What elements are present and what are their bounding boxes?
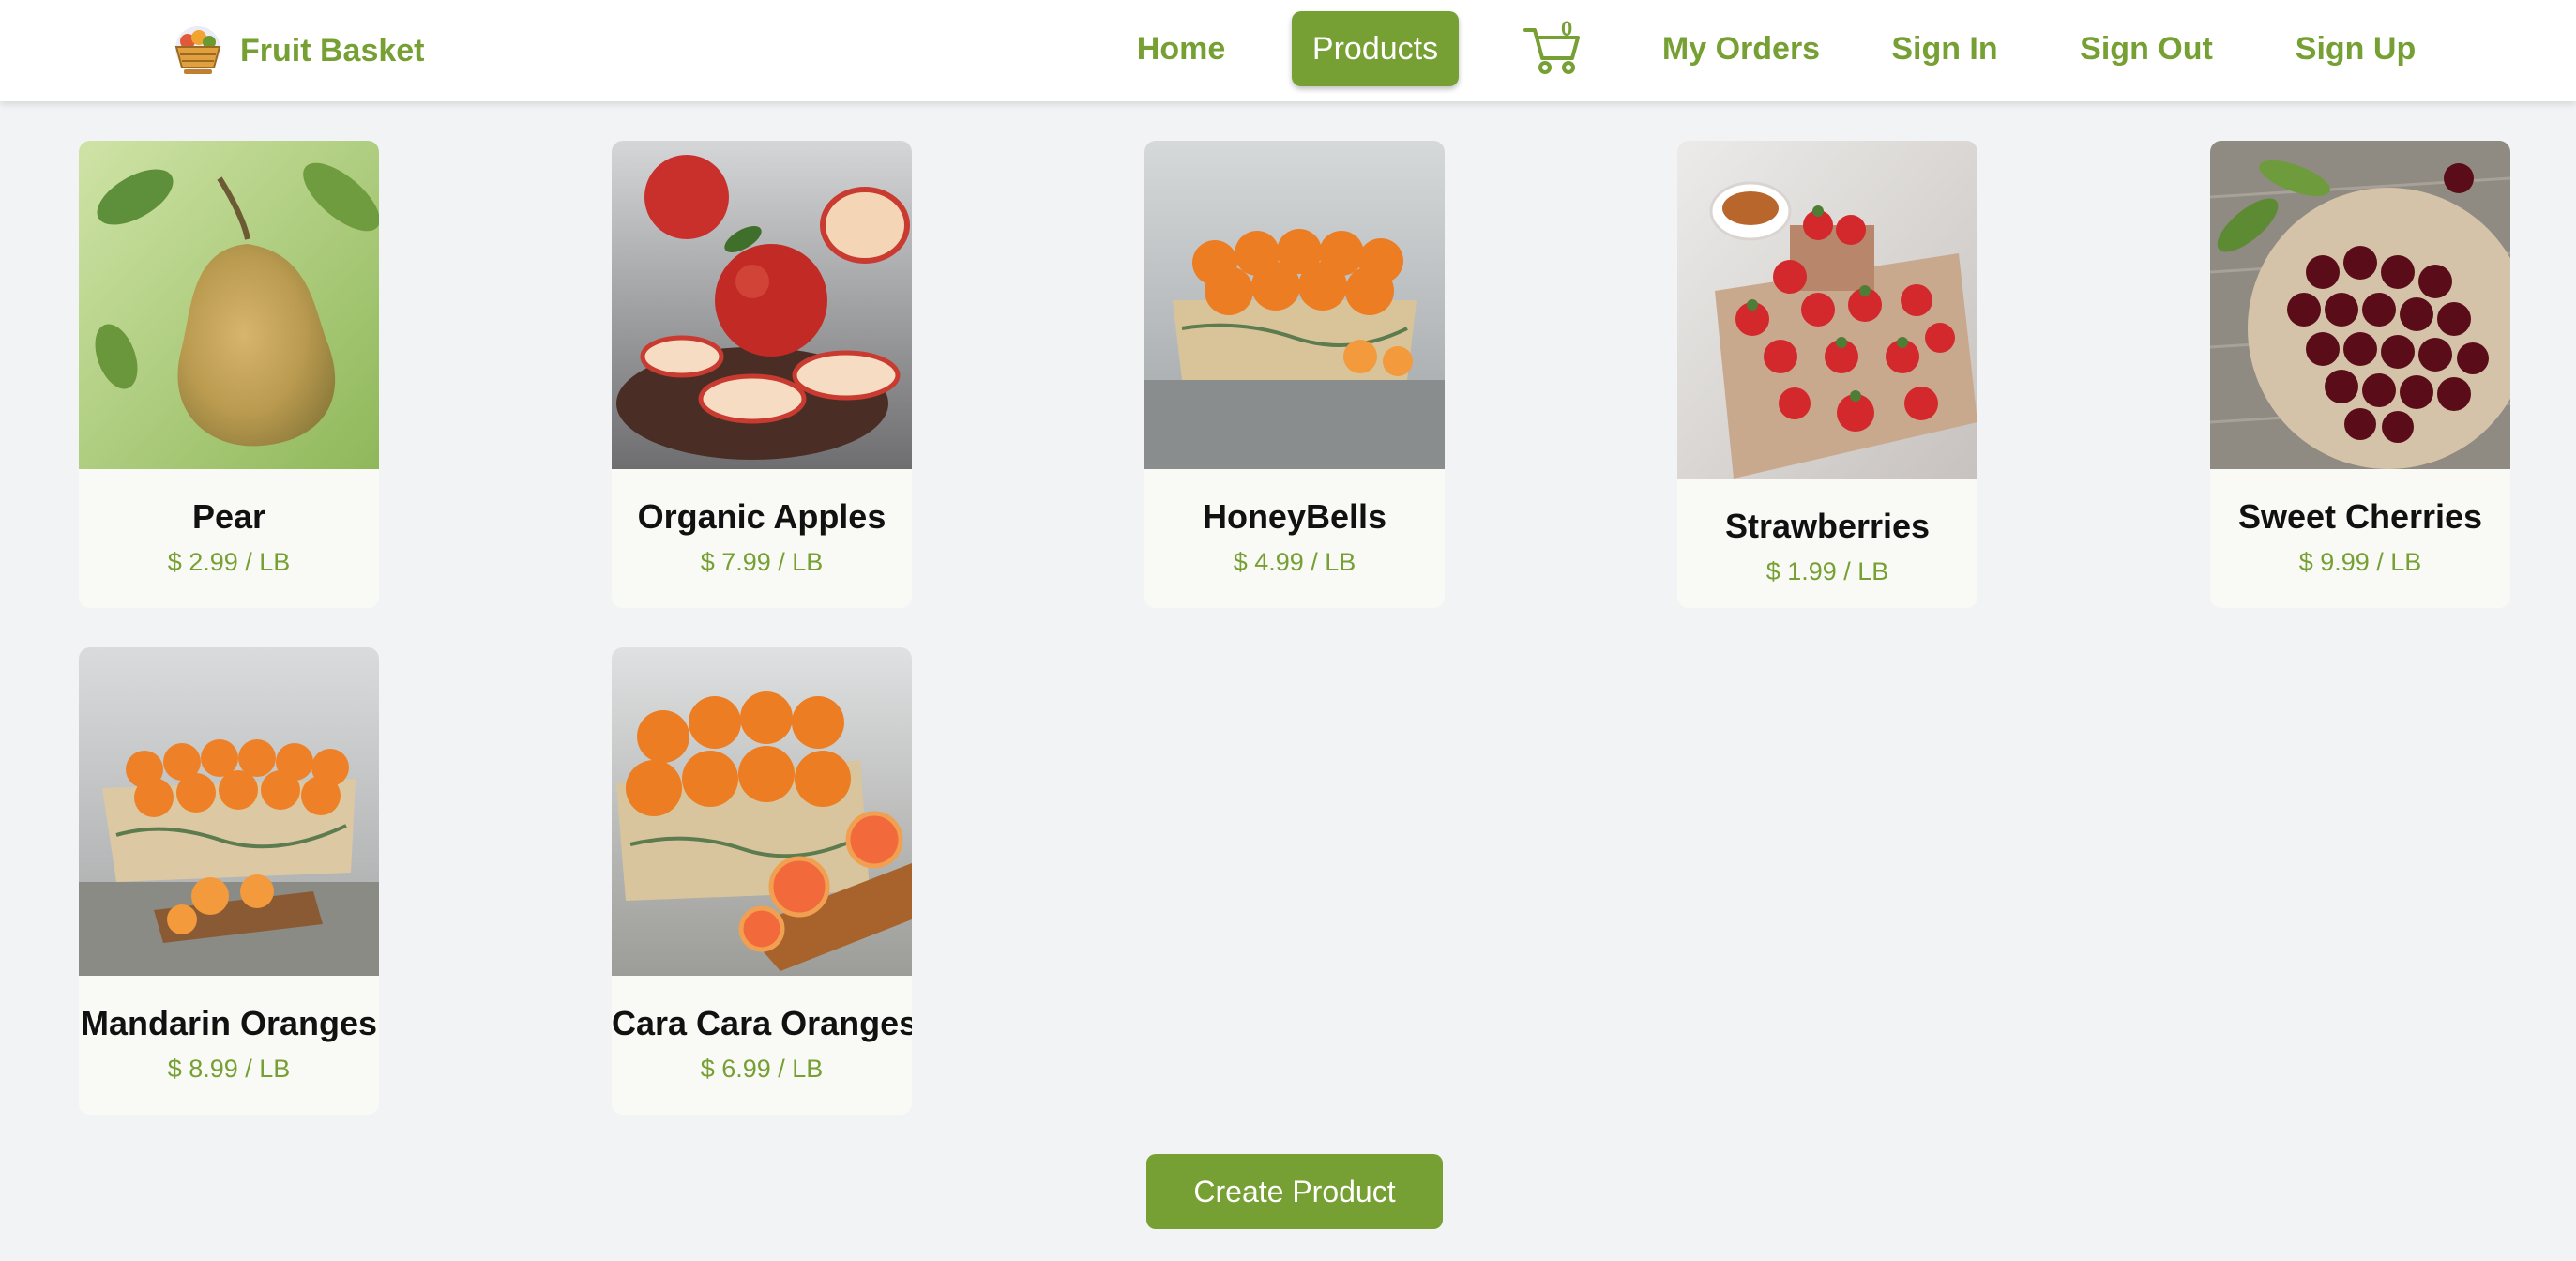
- organic-apples-image: [612, 141, 912, 469]
- nav-sign-in[interactable]: Sign In: [1887, 11, 2002, 86]
- cart-button[interactable]: 0: [1522, 17, 1587, 83]
- product-card-sweet-cherries[interactable]: Sweet Cherries $ 9.99 / LB: [2210, 141, 2510, 608]
- create-product-button[interactable]: Create Product: [1146, 1154, 1443, 1229]
- strawberries-image: [1677, 141, 1977, 479]
- sweet-cherries-image: [2210, 141, 2510, 469]
- product-card-honeybells[interactable]: HoneyBells $ 4.99 / LB: [1144, 141, 1445, 608]
- cart-count-badge: 0: [1561, 17, 1573, 40]
- product-price: $ 9.99 / LB: [2298, 548, 2422, 576]
- nav-my-orders[interactable]: My Orders: [1647, 11, 1835, 86]
- product-name: Cara Cara Oranges: [612, 1004, 912, 1042]
- pear-image: [79, 141, 379, 469]
- nav-home[interactable]: Home: [1122, 11, 1240, 86]
- nav-products[interactable]: Products: [1292, 11, 1459, 86]
- brand-name: Fruit Basket: [240, 32, 425, 68]
- mandarin-oranges-image: [79, 647, 379, 976]
- product-price: $ 8.99 / LB: [167, 1055, 291, 1083]
- nav-sign-up[interactable]: Sign Up: [2295, 11, 2417, 86]
- product-name: Strawberries: [1724, 507, 1931, 545]
- product-card-cara-cara-oranges[interactable]: Cara Cara Oranges $ 6.99 / LB: [612, 647, 912, 1115]
- product-price: $ 1.99 / LB: [1765, 557, 1889, 585]
- product-card-organic-apples[interactable]: Organic Apples $ 7.99 / LB: [612, 141, 912, 608]
- product-price: $ 6.99 / LB: [700, 1055, 824, 1083]
- product-price: $ 4.99 / LB: [1233, 548, 1356, 576]
- product-price: $ 7.99 / LB: [700, 548, 824, 576]
- brand[interactable]: Fruit Basket: [165, 21, 425, 81]
- product-price: $ 2.99 / LB: [167, 548, 291, 576]
- fruit-basket-logo-icon: [174, 26, 221, 74]
- product-name: Sweet Cherries: [2237, 497, 2483, 536]
- nav-sign-out[interactable]: Sign Out: [2077, 11, 2216, 86]
- shopping-cart-icon: [1523, 28, 1580, 74]
- product-card-mandarin-oranges[interactable]: Mandarin Oranges $ 8.99 / LB: [79, 647, 379, 1115]
- product-name: Mandarin Oranges: [80, 1004, 378, 1042]
- honeybells-image: [1144, 141, 1445, 469]
- product-name: Organic Apples: [637, 497, 886, 536]
- top-navbar: Fruit Basket Home Products 0 My Orders S…: [0, 0, 2576, 101]
- cara-cara-oranges-image: [612, 647, 912, 976]
- product-name: HoneyBells: [1202, 497, 1387, 536]
- product-card-strawberries[interactable]: Strawberries $ 1.99 / LB: [1677, 141, 1977, 608]
- product-name: Pear: [191, 497, 266, 536]
- product-card-pear[interactable]: Pear $ 2.99 / LB: [79, 141, 379, 608]
